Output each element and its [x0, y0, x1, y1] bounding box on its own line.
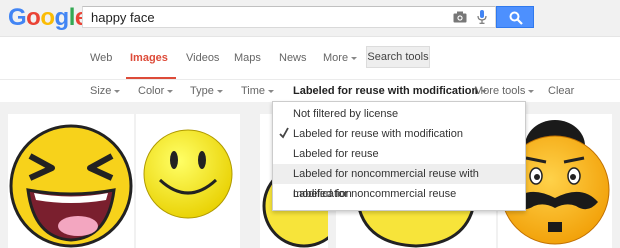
filter-more-tools-label: More tools	[474, 85, 526, 97]
tab-more[interactable]: More	[323, 52, 358, 64]
filter-size[interactable]: Size	[90, 85, 121, 97]
chevron-down-icon	[114, 89, 121, 93]
filter-bar: Size Color Type Time Labeled for reuse w…	[0, 80, 620, 102]
menu-item-not-filtered[interactable]: Not filtered by license	[273, 104, 525, 124]
filter-license[interactable]: Labeled for reuse with modification	[293, 85, 488, 97]
check-icon	[279, 127, 289, 139]
search-input[interactable]: happy face	[82, 6, 496, 28]
menu-item-label: Labeled for reuse	[293, 148, 379, 160]
filter-color-label: Color	[138, 85, 165, 97]
menu-item-label: Labeled for reuse with modification	[293, 128, 463, 140]
tab-news[interactable]: News	[279, 52, 307, 64]
search-query-text: happy face	[91, 10, 155, 25]
logo-letter: o	[40, 4, 55, 31]
google-logo[interactable]: Google	[8, 4, 88, 32]
license-dropdown-menu: Not filtered by license Labeled for reus…	[272, 101, 526, 211]
logo-letter: g	[54, 4, 70, 31]
menu-item-noncommercial-with-modification[interactable]: Labeled for noncommercial reuse with mod…	[273, 164, 525, 200]
image-result[interactable]	[136, 114, 240, 248]
search-tabs: Web Images Videos Maps News More Search …	[0, 37, 620, 80]
tab-videos[interactable]: Videos	[186, 52, 219, 64]
filter-clear[interactable]: Clear	[548, 85, 574, 97]
filter-time[interactable]: Time	[241, 85, 275, 97]
active-tab-indicator	[126, 77, 176, 79]
filter-more-tools[interactable]: More tools	[474, 85, 535, 97]
filter-size-label: Size	[90, 85, 112, 97]
chevron-down-icon	[216, 89, 223, 93]
chevron-down-icon	[167, 89, 174, 93]
tab-web[interactable]: Web	[90, 52, 112, 64]
chevron-down-icon	[528, 89, 535, 93]
microphone-icon[interactable]	[477, 10, 487, 24]
search-tools-button[interactable]: Search tools	[366, 46, 430, 68]
header-bar: Google happy face	[0, 0, 620, 37]
tab-more-label: More	[323, 52, 349, 64]
menu-item-label: Not filtered by license	[293, 108, 399, 120]
search-icon	[509, 11, 523, 25]
logo-letter: G	[8, 4, 27, 31]
smiley-face-image	[143, 129, 233, 219]
filter-type-label: Type	[190, 85, 214, 97]
filter-color[interactable]: Color	[138, 85, 174, 97]
menu-item-reuse[interactable]: Labeled for reuse	[273, 144, 525, 164]
tab-images[interactable]: Images	[130, 52, 168, 64]
logo-letter: o	[26, 4, 41, 31]
filter-license-label: Labeled for reuse with modification	[293, 85, 479, 97]
image-result[interactable]	[8, 114, 134, 248]
menu-item-noncommercial[interactable]: Labeled for noncommercial reuse	[273, 184, 525, 204]
filter-time-label: Time	[241, 85, 266, 97]
search-button[interactable]	[496, 6, 534, 28]
laughing-face-image	[9, 124, 133, 248]
chevron-down-icon	[351, 56, 358, 60]
chevron-down-icon	[268, 89, 275, 93]
menu-item-reuse-with-modification[interactable]: Labeled for reuse with modification	[273, 124, 525, 144]
menu-item-label: Labeled for noncommercial reuse	[293, 188, 457, 200]
filter-type[interactable]: Type	[190, 85, 223, 97]
camera-icon[interactable]	[453, 11, 467, 23]
tab-maps[interactable]: Maps	[234, 52, 261, 64]
